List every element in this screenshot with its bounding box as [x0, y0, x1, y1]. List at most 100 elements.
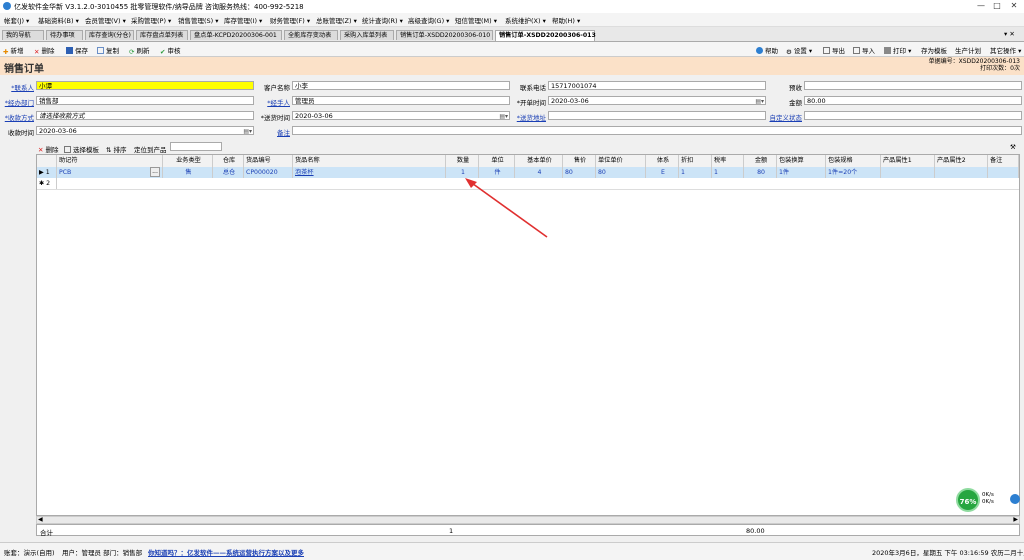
order-date-input[interactable]: 2020-03-06 ▤▾: [548, 96, 766, 105]
production-plan-button[interactable]: 生产计划: [955, 45, 981, 55]
tab-purchase-list[interactable]: 采购入库单列表: [340, 30, 394, 40]
grid-header-amount[interactable]: 金额: [744, 155, 777, 167]
collect-date-input[interactable]: 2020-03-06 ▤▾: [36, 126, 254, 135]
calendar-icon[interactable]: ▤▾: [499, 112, 508, 119]
tab-controls[interactable]: ▾ ✕: [1004, 30, 1015, 38]
menu-stats[interactable]: 统计查询(R) ▾: [362, 15, 403, 25]
export-button[interactable]: 导出: [823, 45, 845, 55]
custom-status-input[interactable]: [804, 111, 1022, 120]
grid-header-item-no[interactable]: 货品编号: [244, 155, 293, 167]
grid-header-price[interactable]: 售价: [563, 155, 596, 167]
amount-input[interactable]: 80.00: [804, 96, 1022, 105]
grid-header-unit[interactable]: 单位: [479, 155, 515, 167]
grid-delete-button[interactable]: ✕ 删除: [38, 144, 59, 154]
tab-sales-order-010[interactable]: 销售订单-XSDD20200306-010: [396, 30, 493, 40]
remark-input[interactable]: [292, 126, 1022, 135]
menu-help[interactable]: 帮助(H) ▾: [552, 15, 580, 25]
menu-finance[interactable]: 财务管理(F) ▾: [270, 15, 310, 25]
phone-input[interactable]: 15717001074: [548, 81, 766, 90]
cell-item-name[interactable]: 泡茶杯: [293, 167, 446, 178]
scroll-right-icon[interactable]: ▶: [1013, 516, 1018, 523]
menu-system[interactable]: 系统维护(X) ▾: [505, 15, 546, 25]
help-button[interactable]: 帮助: [756, 45, 778, 55]
audit-button[interactable]: ✔ 审核: [160, 45, 180, 56]
cell-unit-price[interactable]: 80: [596, 167, 646, 178]
calendar-icon[interactable]: ▤▾: [243, 127, 252, 134]
address-label[interactable]: *送货地址: [512, 112, 546, 122]
prepay-input[interactable]: [804, 81, 1022, 90]
locate-product-input[interactable]: [170, 142, 222, 151]
save-button[interactable]: 保存: [66, 45, 88, 55]
browse-button[interactable]: ...: [150, 167, 160, 177]
network-monitor[interactable]: 76% 0K/s 0K/s: [956, 488, 1024, 514]
print-button[interactable]: 打印 ▾: [884, 45, 911, 55]
grid-header-system[interactable]: 体系: [646, 155, 679, 167]
grid-header-item-name[interactable]: 货品名称: [293, 155, 446, 167]
grid-header-qty[interactable]: 数量: [446, 155, 479, 167]
grid-header-tax[interactable]: 税率: [712, 155, 744, 167]
settings-button[interactable]: ⚙ 设置 ▾: [786, 45, 812, 56]
grid-header-pack-spec[interactable]: 包装规格: [826, 155, 881, 167]
grid-horizontal-scrollbar[interactable]: ◀ ▶: [36, 516, 1020, 524]
remark-label[interactable]: 备注: [262, 127, 290, 137]
grid-header-unit-price[interactable]: 单位单价: [596, 155, 646, 167]
refresh-button[interactable]: ⟳ 刷新: [129, 45, 149, 56]
tab-todo[interactable]: 待办事项: [46, 30, 83, 40]
copy-button[interactable]: 复制: [97, 45, 119, 55]
tab-stocktake-list[interactable]: 库存盘点单列表: [136, 30, 188, 40]
tab-stock-query[interactable]: 库存查询(分仓): [85, 30, 134, 40]
status-promo-link[interactable]: 你知道吗？：亿发软件——系统运营执行方案以及更多: [148, 547, 304, 557]
custom-status-label[interactable]: 自定义状态: [768, 112, 803, 122]
sort-button[interactable]: ⇅ 排序: [106, 144, 127, 154]
select-template-button[interactable]: 选择模板: [64, 144, 99, 154]
tab-navigation[interactable]: 我的导航: [2, 30, 44, 40]
tab-stock-change[interactable]: 全能库存变动表: [284, 30, 338, 40]
cell-system[interactable]: E: [646, 167, 679, 178]
cell-tax[interactable]: 1: [712, 167, 744, 178]
maximize-button[interactable]: □: [991, 1, 1003, 11]
grid-settings-icon[interactable]: ⚒: [1010, 143, 1016, 151]
menu-basic-data[interactable]: 基础资料(B) ▾: [38, 15, 79, 25]
handler-input[interactable]: 管理员: [292, 96, 510, 105]
grid-header-type[interactable]: 业务类型: [163, 155, 213, 167]
handler-label[interactable]: *经手人: [262, 97, 290, 107]
menu-account[interactable]: 帐套(J) ▾: [4, 15, 29, 25]
menu-inventory[interactable]: 库存管理(I) ▾: [224, 15, 262, 25]
pay-method-input[interactable]: 请选择收款方式: [36, 111, 254, 120]
cell-price[interactable]: 80: [563, 167, 596, 178]
tab-stocktake-doc[interactable]: 盘点单-KCPD20200306-001: [190, 30, 282, 40]
cell-amount[interactable]: 80: [744, 167, 777, 178]
cell-discount[interactable]: 1: [679, 167, 712, 178]
cell-pack-conv[interactable]: 1件: [777, 167, 826, 178]
close-button[interactable]: ✕: [1008, 1, 1020, 11]
cell-attr2[interactable]: [935, 167, 988, 178]
tab-sales-order-013[interactable]: 销售订单-XSDD20200306-013: [495, 30, 596, 41]
delete-button[interactable]: ✕ 删除: [34, 45, 54, 56]
scroll-left-icon[interactable]: ◀: [38, 516, 43, 523]
cell-remark[interactable]: [988, 167, 1019, 178]
save-template-button[interactable]: 存为模板: [921, 45, 947, 55]
minimize-button[interactable]: —: [975, 1, 987, 11]
cell-warehouse[interactable]: 总仓: [213, 167, 244, 178]
dept-label[interactable]: *经办部门: [4, 97, 34, 107]
pay-method-label[interactable]: *收款方式: [4, 112, 34, 122]
grid-header-attr2[interactable]: 产品属性2: [935, 155, 988, 167]
menu-member[interactable]: 会员管理(V) ▾: [85, 15, 126, 25]
grid-header-code[interactable]: 助记符: [57, 155, 163, 167]
cell-pack-spec[interactable]: 1件=20个: [826, 167, 881, 178]
menu-sms[interactable]: 短信管理(M) ▾: [455, 15, 497, 25]
menu-ledger[interactable]: 总账管理(Z) ▾: [316, 15, 357, 25]
address-input[interactable]: [548, 111, 766, 120]
cell-item-no[interactable]: CP000020: [244, 167, 293, 178]
contact-label[interactable]: *联系人: [8, 82, 34, 92]
other-actions-button[interactable]: 其它操作 ▾: [990, 45, 1021, 55]
grid-header-base-price[interactable]: 基本单价: [515, 155, 563, 167]
import-button[interactable]: 导入: [853, 45, 875, 55]
grid-header-warehouse[interactable]: 仓库: [213, 155, 244, 167]
menu-advanced-query[interactable]: 高级查询(G) ▾: [408, 15, 449, 25]
menu-sales[interactable]: 销售管理(S) ▾: [178, 15, 219, 25]
deliver-date-input[interactable]: 2020-03-06 ▤▾: [292, 111, 510, 120]
customer-input[interactable]: 小李: [292, 81, 510, 90]
cell-code[interactable]: PCB...: [57, 167, 163, 178]
dept-input[interactable]: 销售部: [36, 96, 254, 105]
